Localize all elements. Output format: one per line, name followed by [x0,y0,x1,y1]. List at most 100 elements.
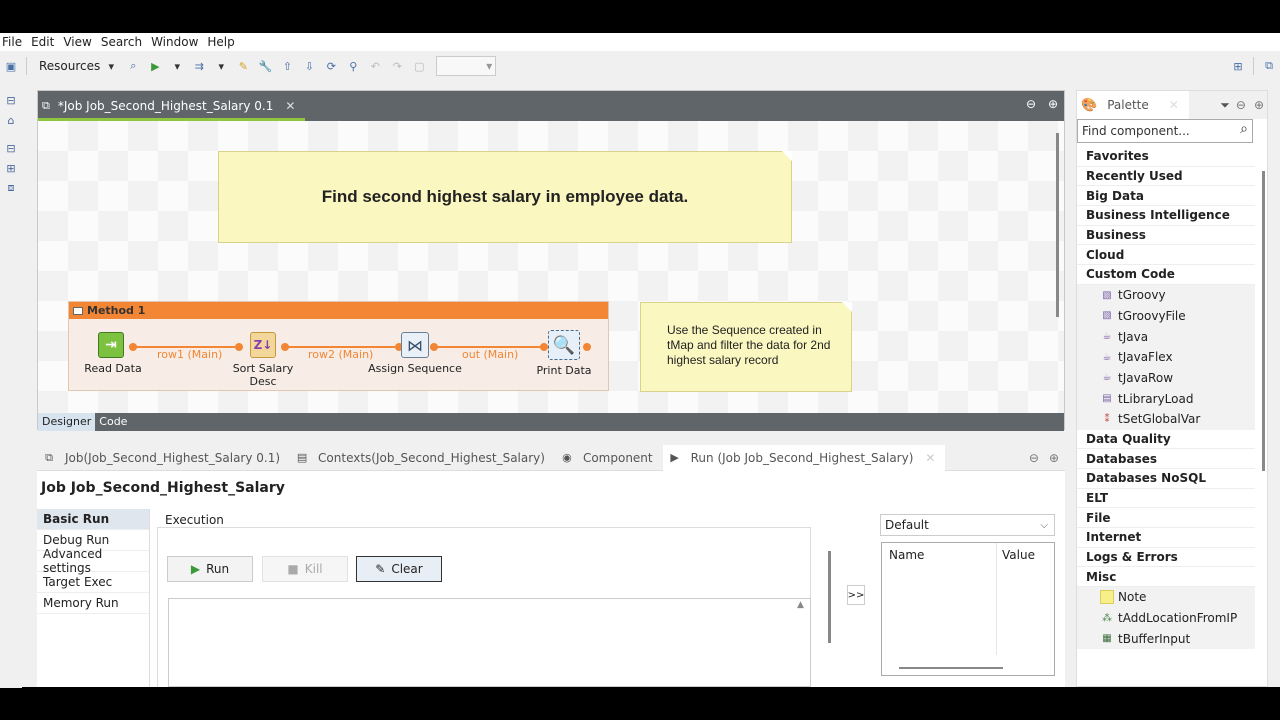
palette-category[interactable]: Internet [1077,528,1255,548]
run-mode-target-exec[interactable]: Target Exec [37,572,149,593]
repository-icon[interactable]: ⊞ [3,160,19,176]
maximize-icon[interactable]: ⊕ [1254,98,1264,112]
component-read-data[interactable]: ⇥ Read Data [83,332,143,375]
outline-icon[interactable]: ⧈ [3,180,19,196]
menu-help[interactable]: Help [204,35,240,49]
console-output[interactable] [168,598,811,687]
redo-icon[interactable]: ↷ [389,58,405,74]
compare-icon[interactable]: ⚲ [345,58,361,74]
expand-context-button[interactable]: >> [847,585,865,605]
run-mode-advanced-settings[interactable]: Advanced settings [37,547,149,575]
context-table[interactable]: Name Value [881,542,1055,676]
palette-category[interactable]: Misc [1077,567,1255,588]
palette-category[interactable]: Databases [1077,449,1255,469]
palette-category[interactable]: Logs & Errors [1077,548,1255,568]
collapse-icon[interactable] [73,306,83,315]
palette-item[interactable]: ▦ tBufferInput [1077,628,1255,650]
menu-search[interactable]: Search [98,35,148,49]
menu-edit[interactable]: Edit [28,35,60,49]
palette-category[interactable]: Data Quality [1077,430,1255,450]
palette-category[interactable]: Recently Used [1077,167,1255,187]
editor-tab-job[interactable]: ⧉ *Job Job_Second_Highest_Salary 0.1 ✕ [38,93,306,121]
subjob-header[interactable]: Method 1 [69,302,608,319]
title-note[interactable]: Find second highest salary in employee d… [218,151,792,243]
menu-window[interactable]: Window [148,35,204,49]
minimize-icon[interactable]: ⊖ [1029,451,1039,465]
column-header-name[interactable]: Name [889,548,924,562]
palette-item[interactable]: ⁂ tAddLocationFromIP [1077,607,1255,629]
context-select[interactable]: Default ⌵ [880,514,1055,536]
undo-icon[interactable]: ↶ [367,58,383,74]
component-sort-salary-desc[interactable]: Z↓ Sort Salary Desc [218,332,308,388]
palette-item[interactable]: ▤ tLibraryLoad [1077,388,1255,409]
menu-file[interactable]: File [0,35,28,49]
palette-scrollbar[interactable] [1262,171,1265,471]
palette-item[interactable]: ⁑ tSetGlobalVar [1077,408,1255,430]
console-scrollbar[interactable] [828,551,831,643]
clear-button[interactable]: ✎ Clear [356,556,442,582]
edit-icon[interactable]: ✎ [235,58,251,74]
palette-item[interactable]: Note [1077,587,1255,608]
maximize-icon[interactable]: ⊕ [1049,451,1059,465]
page-icon[interactable]: ▢ [411,58,427,74]
palette-category[interactable]: Databases NoSQL [1077,469,1255,489]
minimize-icon[interactable]: ⊖ [1236,98,1246,112]
export-icon[interactable]: ⇉ [191,58,207,74]
palette-category[interactable]: ELT [1077,489,1255,509]
palette-category[interactable]: Favorites [1077,147,1255,167]
column-header-value[interactable]: Value [1002,548,1035,562]
close-icon[interactable]: ✕ [285,99,295,113]
horizontal-scrollbar[interactable] [899,667,1003,669]
chevron-down-icon[interactable]: ▾ [169,58,185,74]
minimize-icon[interactable]: ⊖ [1026,97,1036,111]
description-note[interactable]: Use the Sequence created in tMap and fil… [640,302,852,392]
palette-category[interactable]: File [1077,508,1255,529]
palette-category[interactable]: Business Intelligence [1077,206,1255,226]
maximize-icon[interactable]: ⊕ [1048,97,1058,111]
zoom-combo[interactable]: ▾ [436,56,497,76]
chevron-down-icon[interactable]: ▾ [103,58,119,74]
perspective-selector[interactable]: Resources [39,59,100,73]
integration-perspective-icon[interactable]: ⧉ [1261,58,1277,74]
component-print-data[interactable]: 🔍 Print Data [534,330,594,377]
vertical-scrollbar[interactable] [1056,133,1059,317]
kill-button[interactable]: ■ Kill [262,556,348,582]
search-job-icon[interactable]: ⌕ [125,58,141,74]
palette-item[interactable]: ☕ tJava [1077,326,1255,347]
palette-category[interactable]: Business [1077,226,1255,246]
run-icon[interactable]: ▶ [147,58,163,74]
save-icon[interactable]: ▣ [3,58,19,74]
scroll-up-icon[interactable]: ▲ [797,600,804,610]
close-icon[interactable]: ✕ [925,451,935,465]
tab-job[interactable]: ⧉ Job(Job_Second_Highest_Salary 0.1) [37,445,290,471]
palette-item[interactable]: ☕ tJavaFlex [1077,346,1255,368]
component-assign-sequence[interactable]: ⋈ Assign Sequence [368,332,462,375]
tab-designer[interactable]: Designer [38,413,96,431]
upload-icon[interactable]: ⇧ [279,58,295,74]
palette-category[interactable]: Big Data [1077,186,1255,207]
menu-view[interactable]: View [60,35,97,49]
tab-component[interactable]: ◉ Component [555,445,663,471]
run-button[interactable]: ▶ Run [167,556,253,582]
wrench-icon[interactable]: 🔧 [257,58,273,74]
tab-palette[interactable]: 🎨 Palette ✕ [1077,91,1189,119]
sync-icon[interactable]: ⟳ [323,58,339,74]
palette-category[interactable]: Custom Code [1077,265,1255,285]
download-icon[interactable]: ⇩ [301,58,317,74]
palette-item[interactable]: ☕ tJavaRow [1077,367,1255,389]
home-icon[interactable]: ⌂ [3,112,19,128]
design-canvas[interactable]: Find second highest salary in employee d… [38,121,1064,413]
search-icon[interactable]: ⌕ [1240,121,1248,137]
palette-search-input[interactable]: Find component... ⌕ [1077,119,1253,143]
run-mode-memory-run[interactable]: Memory Run [37,593,149,614]
palette-item[interactable]: ▧ tGroovyFile [1077,305,1255,327]
restore-icon[interactable]: ⊟ [3,92,19,108]
restore-icon[interactable]: ⊟ [3,140,19,156]
palette-category[interactable]: Cloud [1077,245,1255,266]
run-mode-basic-run[interactable]: Basic Run [37,509,149,530]
chevron-down-icon[interactable]: ▾ [213,58,229,74]
palette-item[interactable]: ▧ tGroovy [1077,284,1255,306]
close-icon[interactable]: ✕ [1169,98,1179,112]
tab-contexts[interactable]: ▤ Contexts(Job_Second_Highest_Salary) [290,445,555,471]
tab-run[interactable]: ▶ Run (Job Job_Second_Highest_Salary) ✕ [662,444,946,471]
